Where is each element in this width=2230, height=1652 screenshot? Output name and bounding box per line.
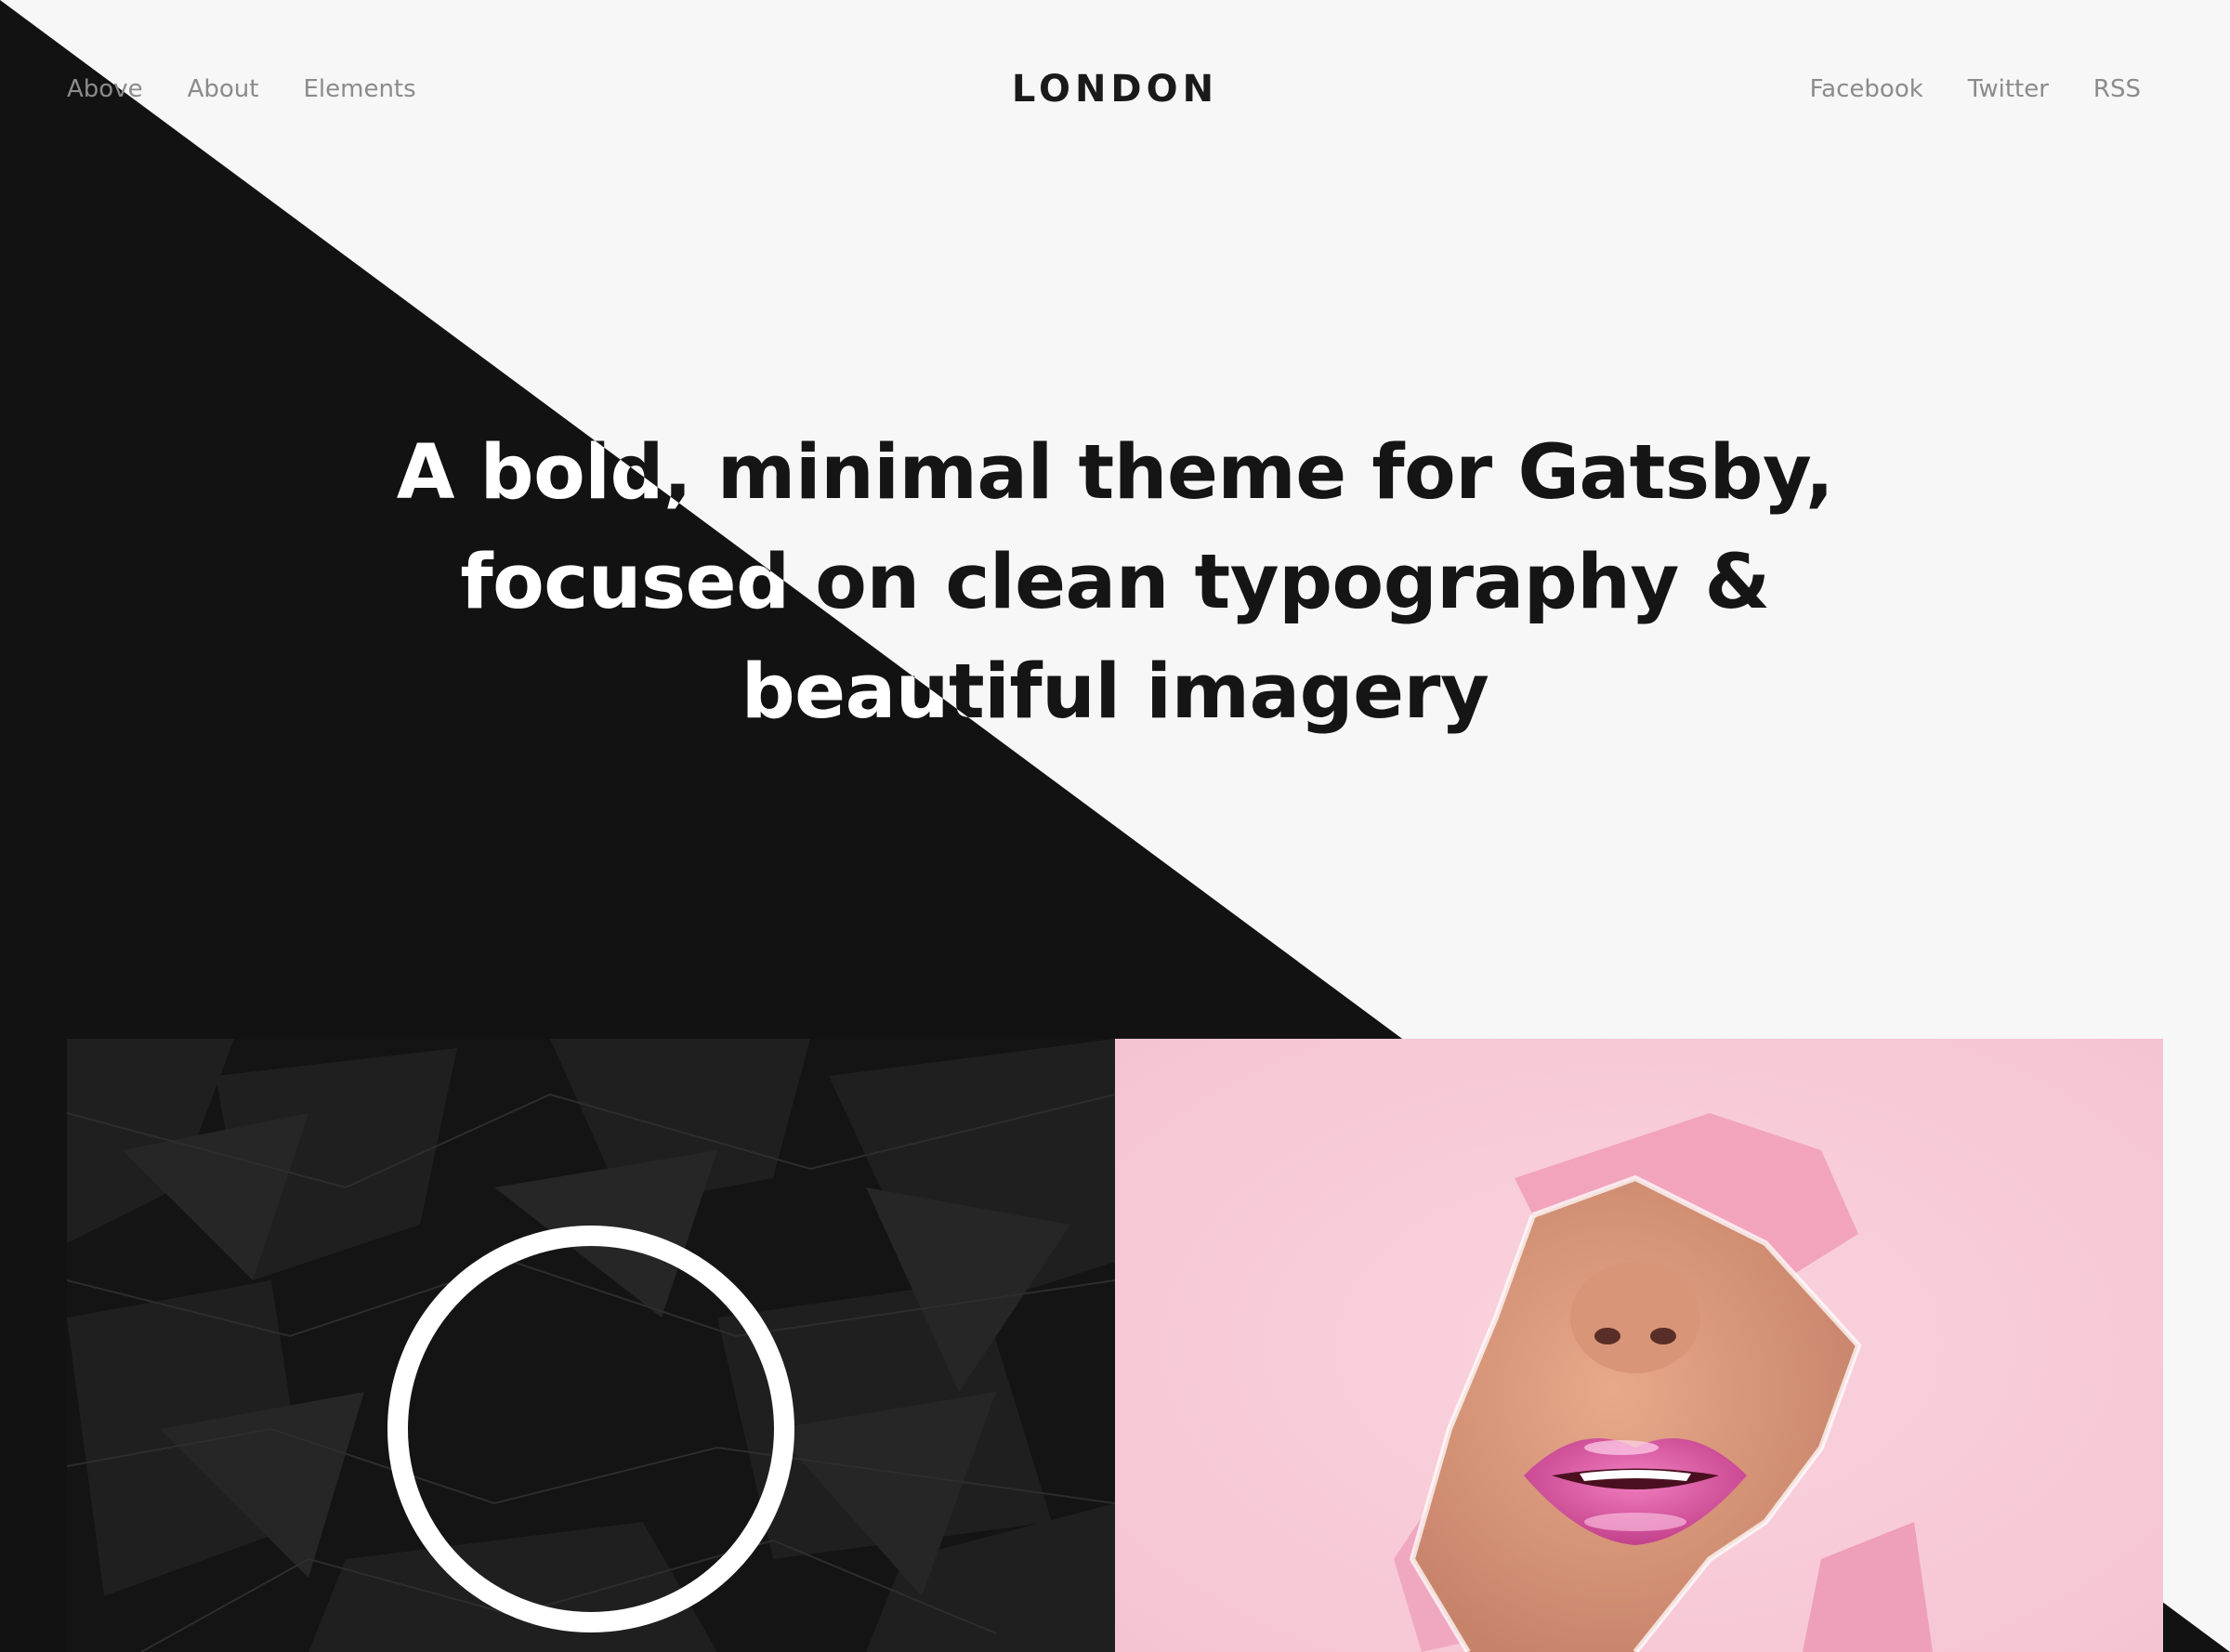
social-nav: Facebook Twitter RSS <box>1810 69 2141 110</box>
nav-link-above[interactable]: Above <box>67 69 143 110</box>
nav-link-rss[interactable]: RSS <box>2093 69 2141 110</box>
gallery-tile-dark-leaves[interactable] <box>67 1039 1115 1652</box>
pink-lips-image <box>1115 1039 2163 1652</box>
hero-headline: A bold, minimal theme for Gatsby, focuse… <box>0 418 2230 747</box>
nav-link-elements[interactable]: Elements <box>303 69 415 110</box>
site-logo[interactable]: LONDON <box>1012 68 1218 111</box>
nav-link-facebook[interactable]: Facebook <box>1810 69 1923 110</box>
nav-link-about[interactable]: About <box>188 69 259 110</box>
primary-nav: Above About Elements <box>67 69 416 110</box>
hero-line: A bold, minimal theme for Gatsby, <box>396 429 1834 517</box>
hero-line: beautiful imagery <box>741 649 1489 736</box>
gallery-tile-pink-lips[interactable] <box>1115 1039 2163 1652</box>
page: A bold, minimal theme for Gatsby, focuse… <box>0 0 2230 1652</box>
dark-leaves-image <box>67 1039 1115 1652</box>
hero-line: focused on clean typography & <box>460 539 1770 626</box>
nav-link-twitter[interactable]: Twitter <box>1968 69 2049 110</box>
site-header: Above About Elements LONDON Facebook Twi… <box>0 0 2230 177</box>
